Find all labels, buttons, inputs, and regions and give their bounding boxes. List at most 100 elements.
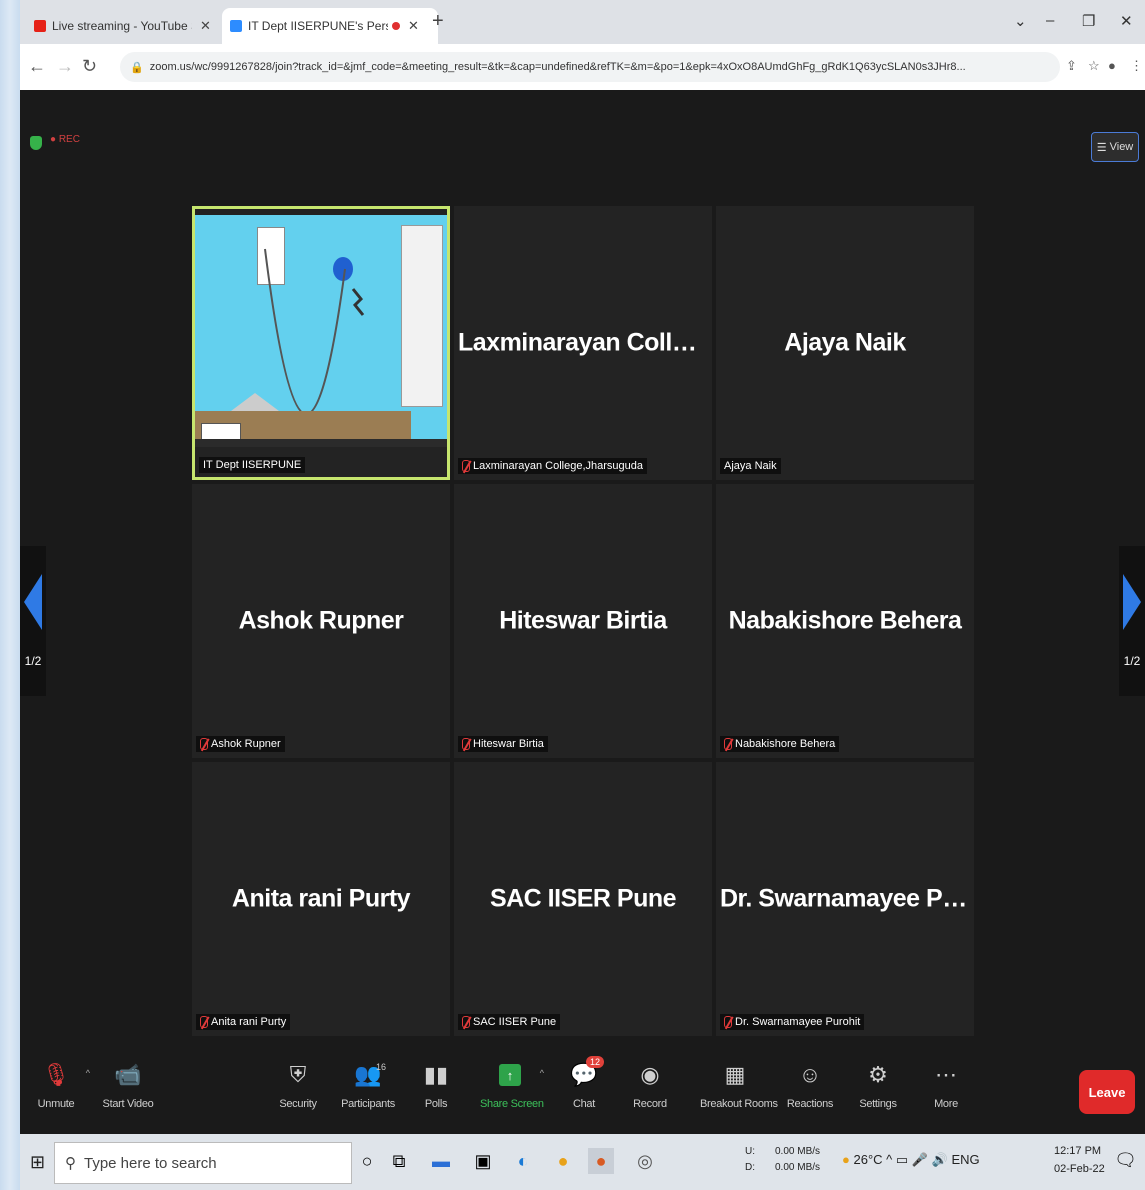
menu-dots-icon[interactable]: ⋮ (1130, 58, 1143, 74)
unmute-button[interactable]: 🎙 ^ Unmute (26, 1058, 90, 1128)
chat-button[interactable]: 💬 12 Chat (554, 1056, 614, 1128)
next-page-button[interactable]: 1/2 (1119, 546, 1145, 696)
volume-icon[interactable]: 🔊 (932, 1152, 948, 1167)
settings-button[interactable]: ⚙ Settings (848, 1058, 908, 1128)
participant-tile[interactable]: Ajaya Naik Ajaya Naik (716, 206, 974, 480)
obs-icon[interactable]: ◎ (632, 1148, 658, 1174)
caret-up-icon[interactable]: ^ (540, 1068, 544, 1078)
video-off-icon: 📹 (114, 1062, 142, 1087)
tab-zoom-meeting[interactable]: IT Dept IISERPUNE's Personal Meeting Roo… (222, 8, 438, 44)
caret-up-icon[interactable]: ^ (86, 1068, 90, 1078)
weather-icon[interactable]: ● (842, 1152, 850, 1167)
start-video-button[interactable]: 📹 Start Video (98, 1058, 158, 1128)
chrome-icon[interactable]: ● (550, 1148, 576, 1174)
participant-name-label: Dr. Swarnamayee Purohit (720, 1014, 865, 1030)
participant-tile[interactable]: Laxminarayan College,Jhar... Laxminaraya… (454, 206, 712, 480)
participant-display-name: Hiteswar Birtia (499, 606, 667, 635)
chat-icon: 💬 (570, 1062, 598, 1087)
participant-tile[interactable]: Nabakishore Behera Nabakishore Behera (716, 484, 974, 758)
profile-avatar-icon[interactable]: ● (1108, 58, 1116, 73)
browser-tabbar: Live streaming - YouTube Studio ✕ IT Dep… (20, 0, 1145, 44)
tab-youtube-studio[interactable]: Live streaming - YouTube Studio ✕ (26, 8, 216, 44)
participant-tile[interactable]: Dr. Swarnamayee Purohit Dr. Swarnamayee … (716, 762, 974, 1036)
participant-name-label: Nabakishore Behera (720, 736, 840, 752)
chrome-active-icon[interactable]: ● (588, 1148, 614, 1174)
participant-tile[interactable]: Hiteswar Birtia Hiteswar Birtia (454, 484, 712, 758)
windows-start-icon[interactable]: ⊞ (30, 1152, 45, 1173)
store-icon[interactable]: ▣ (470, 1148, 496, 1174)
participants-button[interactable]: 👥 16 Participants (338, 1058, 398, 1128)
restore-button[interactable]: ❐ (1082, 12, 1095, 30)
polls-button[interactable]: ▮▮ Polls (406, 1058, 466, 1128)
download-speed: 0.00 MB/s (775, 1162, 821, 1173)
minimize-button[interactable]: – (1046, 12, 1054, 29)
page-indicator: 1/2 (24, 654, 42, 668)
participant-display-name: Anita rani Purty (231, 884, 411, 913)
close-icon[interactable]: ✕ (200, 18, 211, 34)
share-page-icon[interactable]: ⇪ (1066, 58, 1077, 74)
security-button[interactable]: ⛨ Security (268, 1058, 328, 1128)
clock-date: 02-Feb-22 (1054, 1163, 1105, 1175)
video-gallery: IT Dept IISERPUNE Laxminarayan College,J… (192, 206, 974, 1038)
temperature[interactable]: 26°C (853, 1152, 882, 1167)
windows-taskbar: ⊞ ⚲ Type here to search ○ ⧉ ▬ ▣ ◐ ● ● ◎ … (20, 1134, 1145, 1190)
back-button[interactable]: ← (28, 56, 46, 77)
more-button[interactable]: ⋯ More (916, 1058, 976, 1128)
zoom-icon (230, 20, 242, 32)
previous-page-button[interactable]: 1/2 (20, 546, 46, 696)
task-view-icon[interactable]: ⧉ (386, 1148, 412, 1174)
notification-icon[interactable]: 🗨 (1114, 1150, 1137, 1171)
participant-tile[interactable]: Anita rani Purty Anita rani Purty (192, 762, 450, 1036)
language-indicator[interactable]: ENG (951, 1152, 979, 1167)
window-close-button[interactable]: ✕ (1120, 12, 1133, 30)
star-icon[interactable]: ☆ (1088, 58, 1100, 74)
lock-icon: 🔒 (130, 61, 144, 74)
close-icon[interactable]: ✕ (408, 18, 419, 34)
address-bar-row: ← → ↻ 🔒 zoom.us/wc/9991267828/join?track… (20, 44, 1145, 91)
share-screen-button[interactable]: ↑ ^ Share Screen (480, 1058, 544, 1128)
participant-tile[interactable]: SAC IISER Pune SAC IISER Pune (454, 762, 712, 1036)
mic-icon[interactable]: 🎤 (912, 1152, 928, 1167)
chevron-down-icon[interactable]: ⌄ (1014, 12, 1027, 30)
shield-icon: ⛨ (289, 1062, 307, 1087)
taskbar-search-box[interactable]: ⚲ Type here to search (54, 1142, 352, 1184)
tab-title: Live streaming - YouTube Studio (52, 19, 192, 33)
participant-name-label: Ajaya Naik (720, 458, 781, 474)
participant-name-label: Ashok Rupner (196, 736, 285, 752)
share-screen-icon: ↑ (499, 1064, 521, 1086)
new-tab-button[interactable]: + (432, 10, 444, 33)
page-indicator: 1/2 (1123, 654, 1141, 668)
participant-tile[interactable]: IT Dept IISERPUNE (192, 206, 450, 480)
breakout-rooms-button[interactable]: ▦ Breakout Rooms (700, 1058, 778, 1128)
participant-name-label: SAC IISER Pune (458, 1014, 561, 1030)
ellipsis-icon: ⋯ (935, 1062, 957, 1087)
bar-chart-icon: ▮▮ (423, 1062, 449, 1087)
participant-tile[interactable]: Ashok Rupner Ashok Rupner (192, 484, 450, 758)
search-icon: ⚲ (65, 1155, 76, 1172)
view-button[interactable]: ☰ View (1091, 132, 1139, 162)
leave-button[interactable]: Leave (1079, 1070, 1135, 1114)
muted-mic-icon (724, 738, 732, 750)
file-explorer-icon[interactable]: ▬ (428, 1148, 454, 1174)
record-button[interactable]: ◉ Record (620, 1058, 680, 1128)
gear-icon: ⚙ (868, 1062, 888, 1087)
view-label: View (1109, 141, 1134, 153)
participant-display-name: Ajaya Naik (784, 328, 906, 357)
meeting-controls-bar: 🎙 ^ Unmute 📹 Start Video ⛨ Security 👥 16… (20, 1050, 1145, 1134)
arrow-right-icon (1123, 574, 1141, 630)
url-field[interactable]: 🔒 zoom.us/wc/9991267828/join?track_id=&j… (120, 52, 1060, 82)
network-speed-widget: U: 0.00 MB/s D: 0.00 MB/s (745, 1146, 821, 1173)
muted-mic-icon (200, 1016, 208, 1028)
edge-icon[interactable]: ◐ (510, 1148, 536, 1174)
network-icon[interactable]: ▭ (896, 1152, 908, 1167)
cortana-icon[interactable]: ○ (354, 1148, 380, 1174)
upload-speed: 0.00 MB/s (775, 1146, 821, 1157)
reactions-button[interactable]: ☺ Reactions (780, 1058, 840, 1128)
forward-button[interactable]: → (56, 56, 74, 77)
muted-mic-icon (724, 1016, 732, 1028)
arrow-left-icon (24, 574, 42, 630)
chevron-up-icon[interactable]: ^ (886, 1152, 892, 1167)
zoom-meeting-area: ● REC ☰ View 1/2 1/2 IT Dept IISERPUNE L… (20, 90, 1145, 1050)
taskbar-clock[interactable]: 12:17 PM 02-Feb-22 (1054, 1142, 1105, 1178)
reload-button[interactable]: ↻ (82, 56, 97, 77)
